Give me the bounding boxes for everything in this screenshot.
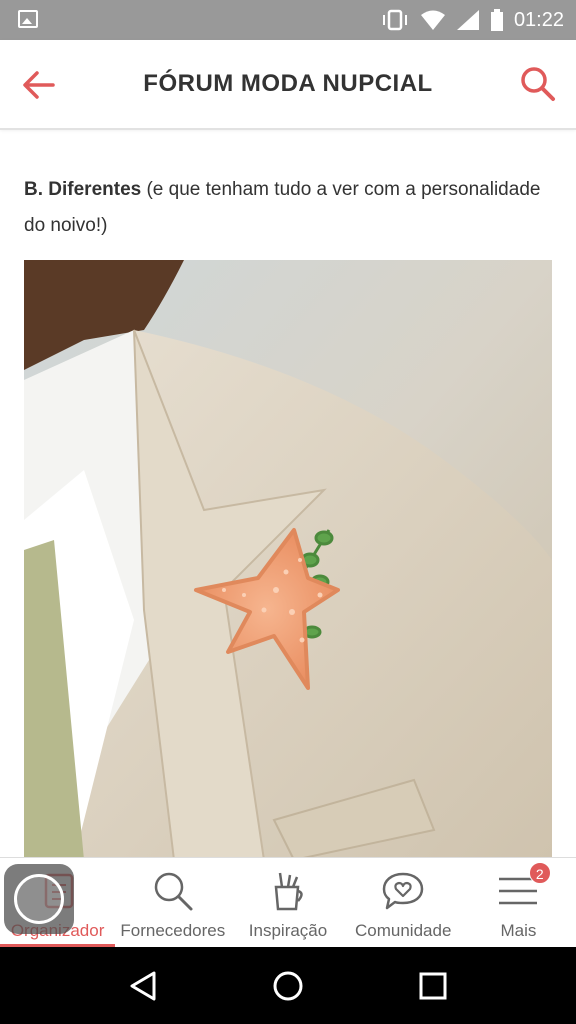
system-back-button[interactable]	[123, 966, 163, 1006]
heart-chat-icon	[380, 868, 426, 914]
system-nav-bar	[0, 947, 576, 1024]
back-button[interactable]	[20, 66, 58, 104]
nav-item-mais[interactable]: 2 Mais	[461, 858, 576, 947]
post-image[interactable]	[24, 260, 552, 860]
post-text: B. Diferentes (e que tenham tudo a ver c…	[24, 172, 554, 244]
search-button[interactable]	[518, 64, 558, 104]
vibrate-icon	[382, 9, 407, 31]
status-icons: 01:22	[380, 0, 564, 40]
wifi-icon	[420, 10, 445, 30]
app-bar: FÓRUM MODA NUPCIAL	[0, 40, 576, 130]
status-bar: 01:22	[0, 0, 576, 40]
search-icon	[150, 868, 196, 914]
notification-badge: 2	[528, 862, 551, 884]
nav-item-fornecedores[interactable]: Fornecedores	[115, 858, 230, 947]
status-time: 01:22	[513, 8, 564, 31]
system-home-button[interactable]	[268, 966, 308, 1006]
pencil-cup-icon	[265, 868, 311, 914]
nav-label: Comunidade	[355, 921, 452, 940]
touch-ring	[14, 874, 64, 924]
touch-indicator	[4, 864, 74, 934]
home-circle-icon	[273, 971, 303, 1000]
back-triangle-icon	[130, 971, 156, 1000]
post-content: B. Diferentes (e que tenham tudo a ver c…	[24, 172, 554, 244]
search-icon	[521, 67, 555, 101]
nav-item-inspiracao[interactable]: Inspiração	[230, 858, 345, 947]
image-notification-icon	[18, 10, 38, 28]
nav-label: Mais	[500, 921, 537, 940]
arrow-left-icon	[23, 71, 55, 99]
nav-label: Fornecedores	[120, 921, 226, 940]
page-title: FÓRUM MODA NUPCIAL	[143, 70, 433, 97]
recents-square-icon	[419, 972, 447, 999]
nav-label: Inspiração	[248, 921, 328, 940]
starfish-boutonniere-photo	[24, 260, 552, 860]
nav-item-comunidade[interactable]: Comunidade	[346, 858, 461, 947]
bottom-nav: Organizador Fornecedores Inspiração	[0, 857, 576, 947]
signal-icon	[456, 10, 479, 30]
system-recents-button[interactable]	[413, 966, 453, 1006]
battery-icon	[490, 9, 503, 31]
post-heading: B. Diferentes	[24, 179, 142, 200]
